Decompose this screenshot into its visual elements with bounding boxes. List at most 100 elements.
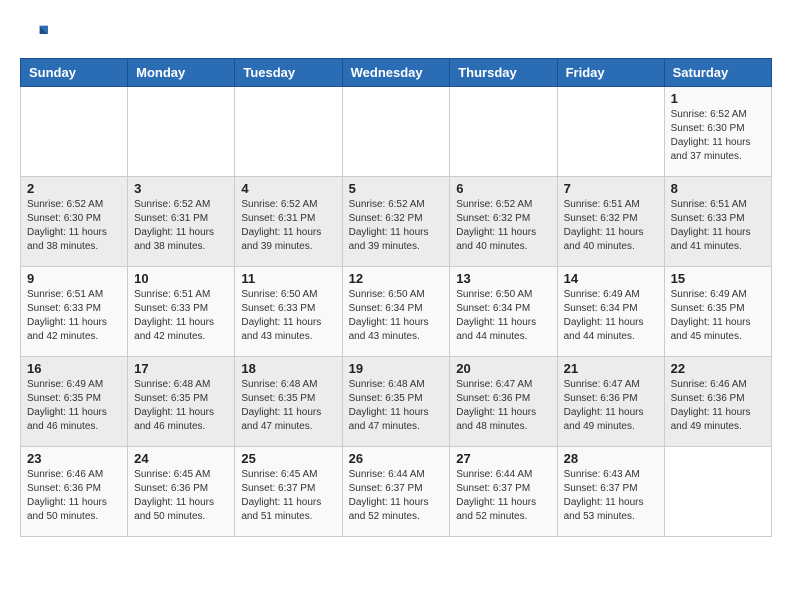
calendar-day-cell: 21Sunrise: 6:47 AM Sunset: 6:36 PM Dayli… [557,357,664,447]
calendar-day-header: Monday [128,59,235,87]
logo [20,20,52,48]
day-info: Sunrise: 6:49 AM Sunset: 6:34 PM Dayligh… [564,288,658,344]
day-info: Sunrise: 6:50 AM Sunset: 6:34 PM Dayligh… [349,288,444,344]
day-info: Sunrise: 6:50 AM Sunset: 6:34 PM Dayligh… [456,288,550,344]
day-number: 16 [27,361,121,376]
day-info: Sunrise: 6:52 AM Sunset: 6:31 PM Dayligh… [134,198,228,254]
calendar-day-cell: 2Sunrise: 6:52 AM Sunset: 6:30 PM Daylig… [21,177,128,267]
day-number: 24 [134,451,228,466]
day-info: Sunrise: 6:45 AM Sunset: 6:36 PM Dayligh… [134,468,228,524]
day-number: 25 [241,451,335,466]
day-info: Sunrise: 6:49 AM Sunset: 6:35 PM Dayligh… [27,378,121,434]
day-number: 15 [671,271,765,286]
calendar-day-cell: 5 Sunrise: 6:52 AM Sunset: 6:32 PM Daylig… [342,177,450,267]
day-number: 7 [564,181,658,196]
calendar-day-cell: 8 Sunrise: 6:51 AM Sunset: 6:33 PM Daylig… [664,177,771,267]
calendar-day-cell: 13 Sunrise: 6:50 AM Sunset: 6:34 PM Dayli… [450,267,557,357]
day-number: 19 [349,361,444,376]
day-number: 12 [349,271,444,286]
calendar-day-cell: 12 Sunrise: 6:50 AM Sunset: 6:34 PM Dayli… [342,267,450,357]
calendar-week-row: 1 Sunrise: 6:52 AM Sunset: 6:30 PM Daylig… [21,87,772,177]
day-number: 28 [564,451,658,466]
day-number: 14 [564,271,658,286]
calendar-day-header: Sunday [21,59,128,87]
day-info: Sunrise: 6:46 AM Sunset: 6:36 PM Dayligh… [671,378,765,434]
calendar-day-cell: 14 Sunrise: 6:49 AM Sunset: 6:34 PM Dayli… [557,267,664,357]
day-info: Sunrise: 6:46 AM Sunset: 6:36 PM Dayligh… [27,468,121,524]
calendar-day-cell: 11 Sunrise: 6:50 AM Sunset: 6:33 PM Dayli… [235,267,342,357]
page-header [20,20,772,48]
calendar-week-row: 23 Sunrise: 6:46 AM Sunset: 6:36 PM Dayli… [21,447,772,537]
day-number: 18 [241,361,335,376]
calendar-day-cell: 9 Sunrise: 6:51 AM Sunset: 6:33 PM Daylig… [21,267,128,357]
day-number: 4 [241,181,335,196]
calendar-day-cell: 27 Sunrise: 6:44 AM Sunset: 6:37 PM Dayli… [450,447,557,537]
day-info: Sunrise: 6:44 AM Sunset: 6:37 PM Dayligh… [349,468,444,524]
calendar-day-header: Wednesday [342,59,450,87]
calendar-day-cell: 4 Sunrise: 6:52 AM Sunset: 6:31 PM Daylig… [235,177,342,267]
calendar-day-cell: 26 Sunrise: 6:44 AM Sunset: 6:37 PM Dayli… [342,447,450,537]
day-info: Sunrise: 6:52 AM Sunset: 6:32 PM Dayligh… [349,198,444,254]
calendar-day-cell: 1 Sunrise: 6:52 AM Sunset: 6:30 PM Daylig… [664,87,771,177]
day-number: 26 [349,451,444,466]
calendar-day-header: Tuesday [235,59,342,87]
day-number: 23 [27,451,121,466]
day-number: 22 [671,361,765,376]
day-info: Sunrise: 6:43 AM Sunset: 6:37 PM Dayligh… [564,468,658,524]
calendar-day-cell: 18 Sunrise: 6:48 AM Sunset: 6:35 PM Dayli… [235,357,342,447]
day-number: 27 [456,451,550,466]
calendar-day-cell: 19 Sunrise: 6:48 AM Sunset: 6:35 PM Dayli… [342,357,450,447]
day-info: Sunrise: 6:52 AM Sunset: 6:30 PM Dayligh… [27,198,121,254]
day-info: Sunrise: 6:49 AM Sunset: 6:35 PM Dayligh… [671,288,765,344]
day-info: Sunrise: 6:48 AM Sunset: 6:35 PM Dayligh… [134,378,228,434]
day-number: 8 [671,181,765,196]
day-info: Sunrise: 6:51 AM Sunset: 6:33 PM Dayligh… [671,198,765,254]
day-info: Sunrise: 6:52 AM Sunset: 6:32 PM Dayligh… [456,198,550,254]
calendar-day-cell: 25 Sunrise: 6:45 AM Sunset: 6:37 PM Dayli… [235,447,342,537]
calendar-header-row: SundayMondayTuesdayWednesdayThursdayFrid… [21,59,772,87]
calendar-day-cell: 20Sunrise: 6:47 AM Sunset: 6:36 PM Dayli… [450,357,557,447]
calendar-day-cell [128,87,235,177]
day-number: 10 [134,271,228,286]
calendar-day-cell [557,87,664,177]
calendar-day-header: Friday [557,59,664,87]
day-number: 13 [456,271,550,286]
calendar-day-header: Saturday [664,59,771,87]
day-number: 17 [134,361,228,376]
calendar-day-cell [450,87,557,177]
day-info: Sunrise: 6:51 AM Sunset: 6:33 PM Dayligh… [134,288,228,344]
calendar-day-cell: 17 Sunrise: 6:48 AM Sunset: 6:35 PM Dayli… [128,357,235,447]
calendar-day-cell [342,87,450,177]
calendar-day-cell: 10 Sunrise: 6:51 AM Sunset: 6:33 PM Dayli… [128,267,235,357]
day-info: Sunrise: 6:52 AM Sunset: 6:30 PM Dayligh… [671,108,765,164]
calendar-day-header: Thursday [450,59,557,87]
calendar-day-cell: 3 Sunrise: 6:52 AM Sunset: 6:31 PM Daylig… [128,177,235,267]
day-info: Sunrise: 6:48 AM Sunset: 6:35 PM Dayligh… [349,378,444,434]
calendar-day-cell: 6 Sunrise: 6:52 AM Sunset: 6:32 PM Daylig… [450,177,557,267]
day-number: 6 [456,181,550,196]
day-number: 21 [564,361,658,376]
day-info: Sunrise: 6:44 AM Sunset: 6:37 PM Dayligh… [456,468,550,524]
day-info: Sunrise: 6:51 AM Sunset: 6:32 PM Dayligh… [564,198,658,254]
day-info: Sunrise: 6:51 AM Sunset: 6:33 PM Dayligh… [27,288,121,344]
day-number: 11 [241,271,335,286]
day-number: 1 [671,91,765,106]
day-info: Sunrise: 6:50 AM Sunset: 6:33 PM Dayligh… [241,288,335,344]
calendar-week-row: 16 Sunrise: 6:49 AM Sunset: 6:35 PM Dayli… [21,357,772,447]
calendar-day-cell [21,87,128,177]
calendar-week-row: 2Sunrise: 6:52 AM Sunset: 6:30 PM Daylig… [21,177,772,267]
day-info: Sunrise: 6:48 AM Sunset: 6:35 PM Dayligh… [241,378,335,434]
calendar-day-cell [235,87,342,177]
calendar-table: SundayMondayTuesdayWednesdayThursdayFrid… [20,58,772,537]
day-number: 3 [134,181,228,196]
calendar-day-cell: 7 Sunrise: 6:51 AM Sunset: 6:32 PM Daylig… [557,177,664,267]
day-number: 5 [349,181,444,196]
calendar-day-cell: 24 Sunrise: 6:45 AM Sunset: 6:36 PM Dayli… [128,447,235,537]
day-number: 9 [27,271,121,286]
day-info: Sunrise: 6:52 AM Sunset: 6:31 PM Dayligh… [241,198,335,254]
day-info: Sunrise: 6:45 AM Sunset: 6:37 PM Dayligh… [241,468,335,524]
calendar-day-cell: 23 Sunrise: 6:46 AM Sunset: 6:36 PM Dayli… [21,447,128,537]
calendar-day-cell: 28 Sunrise: 6:43 AM Sunset: 6:37 PM Dayli… [557,447,664,537]
calendar-day-cell: 22 Sunrise: 6:46 AM Sunset: 6:36 PM Dayli… [664,357,771,447]
calendar-day-cell: 16 Sunrise: 6:49 AM Sunset: 6:35 PM Dayli… [21,357,128,447]
